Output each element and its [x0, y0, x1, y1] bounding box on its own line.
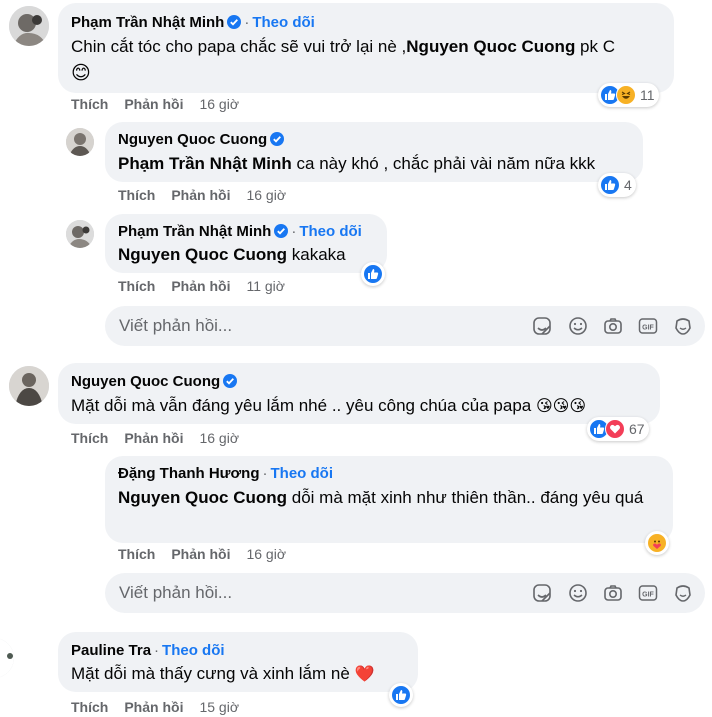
separator-dot: ·: [244, 14, 250, 31]
author-name[interactable]: Nguyen Quoc Cuong: [71, 373, 220, 390]
kiss-emoji: 😘😘😘: [535, 398, 587, 415]
author-name[interactable]: Đặng Thanh Hương: [118, 465, 260, 482]
author-name[interactable]: Nguyen Quoc Cuong: [118, 131, 267, 148]
reaction-count: 11: [640, 87, 655, 103]
avatar-sticker-icon[interactable]: [673, 316, 693, 336]
follow-link[interactable]: Theo dõi: [271, 465, 334, 482]
sticker-icon[interactable]: [532, 316, 552, 336]
avatar[interactable]: [66, 128, 94, 156]
reaction-summary[interactable]: 4: [598, 173, 636, 197]
comment-actions: Thích Phản hồi 16 giờ: [118, 187, 302, 203]
reaction-count: 4: [624, 177, 632, 193]
haha-icon: [616, 85, 636, 105]
timestamp[interactable]: 16 giờ: [246, 187, 286, 203]
camera-icon[interactable]: [603, 583, 623, 603]
reaction-count: 67: [629, 421, 645, 437]
timestamp[interactable]: 16 giờ: [199, 96, 239, 112]
author-name[interactable]: Phạm Trần Nhật Minh: [71, 14, 224, 31]
svg-text:GIF: GIF: [642, 325, 654, 332]
like-icon: [363, 264, 383, 284]
svg-text:GIF: GIF: [642, 592, 654, 599]
comment-actions: Thích Phản hồi 15 giờ: [71, 699, 255, 715]
like-button[interactable]: Thích: [118, 278, 155, 294]
avatar[interactable]: [9, 6, 49, 46]
emoji-icon[interactable]: [568, 316, 588, 336]
comment-author: Đặng Thanh Hương · Theo dõi: [118, 465, 333, 482]
separator-dot: ·: [291, 223, 297, 240]
reaction-summary[interactable]: 67: [587, 417, 649, 441]
avatar[interactable]: [9, 366, 49, 406]
reply-button[interactable]: Phản hồi: [171, 187, 230, 203]
comment-author: Phạm Trần Nhật Minh · Theo dõi: [71, 14, 315, 31]
like-button[interactable]: Thích: [118, 546, 155, 562]
comment-actions: Thích Phản hồi 16 giờ: [71, 96, 255, 112]
timestamp[interactable]: 16 giờ: [246, 546, 286, 562]
gif-icon[interactable]: GIF: [638, 316, 658, 336]
timestamp[interactable]: 11 giờ: [246, 278, 285, 294]
comment-author: Nguyen Quoc Cuong: [118, 131, 285, 148]
comment-author: Pauline Tra · Theo dõi: [71, 642, 225, 659]
comment-actions: Thích Phản hồi 11 giờ: [118, 278, 301, 294]
reply-placeholder: Viết phản hồi...: [119, 316, 233, 335]
reaction-summary[interactable]: [361, 262, 385, 286]
follow-link[interactable]: Theo dõi: [162, 642, 225, 659]
mention-link[interactable]: Nguyen Quoc Cuong: [118, 245, 287, 264]
comment-actions: Thích Phản hồi 16 giờ: [118, 546, 302, 562]
reply-button[interactable]: Phản hồi: [124, 699, 183, 715]
sticker-icon[interactable]: [532, 583, 552, 603]
camera-icon[interactable]: [603, 316, 623, 336]
like-button[interactable]: Thích: [71, 430, 108, 446]
like-button[interactable]: Thích: [118, 187, 155, 203]
like-button[interactable]: Thích: [71, 699, 108, 715]
separator-dot: ·: [154, 642, 160, 659]
author-name[interactable]: Phạm Trần Nhật Minh: [118, 223, 271, 240]
follow-link[interactable]: Theo dõi: [299, 223, 362, 240]
comment-text: Nguyen Quoc Cuong dỗi mà mặt xinh như th…: [118, 488, 644, 507]
reply-placeholder: Viết phản hồi...: [119, 583, 233, 602]
reply-button[interactable]: Phản hồi: [124, 96, 183, 112]
verified-icon: [223, 374, 238, 388]
heart-emoji: ❤️: [354, 666, 375, 683]
care-icon: [647, 533, 667, 553]
love-icon: [605, 419, 625, 439]
emoji-icon[interactable]: [568, 583, 588, 603]
reply-input[interactable]: Viết phản hồi... GIF: [105, 306, 705, 346]
like-button[interactable]: Thích: [71, 96, 108, 112]
reaction-summary[interactable]: [389, 683, 413, 707]
comment-text: Chin cắt tóc cho papa chắc sẽ vui trở lạ…: [71, 37, 616, 84]
comment-text: Phạm Trần Nhật Minh ca này khó , chắc ph…: [118, 154, 596, 173]
reaction-summary[interactable]: 11: [598, 83, 659, 107]
author-name[interactable]: Pauline Tra: [71, 642, 151, 659]
comment-text: Mặt dỗi mà thấy cưng và xinh lắm nè ❤️: [71, 664, 375, 683]
reaction-summary[interactable]: [645, 531, 669, 555]
mention-link[interactable]: Phạm Trần Nhật Minh: [118, 154, 292, 173]
avatar-sticker-icon[interactable]: [673, 583, 693, 603]
avatar[interactable]: [66, 220, 94, 248]
verified-icon: [227, 15, 242, 29]
comment-author: Phạm Trần Nhật Minh · Theo dõi: [118, 223, 362, 240]
separator-dot: ·: [262, 465, 268, 482]
mention-link[interactable]: Nguyen Quoc Cuong: [118, 488, 287, 507]
comment-text: Mặt dỗi mà vẫn đáng yêu lắm nhé .. yêu c…: [71, 396, 587, 415]
timestamp[interactable]: 15 giờ: [199, 699, 239, 715]
gif-icon[interactable]: GIF: [638, 583, 658, 603]
mention-link[interactable]: Nguyen Quoc Cuong: [406, 37, 575, 56]
reply-button[interactable]: Phản hồi: [124, 430, 183, 446]
reply-input[interactable]: Viết phản hồi... GIF: [105, 573, 705, 613]
like-icon: [391, 685, 411, 705]
comment-actions: Thích Phản hồi 16 giờ: [71, 430, 255, 446]
verified-icon: [270, 132, 285, 146]
follow-link[interactable]: Theo dõi: [252, 14, 315, 31]
verified-icon: [274, 224, 289, 238]
smile-emoji: 😊: [71, 63, 91, 84]
comment-text: Nguyen Quoc Cuong kakaka: [118, 245, 346, 264]
comment-author: Nguyen Quoc Cuong: [71, 373, 238, 390]
timestamp[interactable]: 16 giờ: [199, 430, 239, 446]
reply-button[interactable]: Phản hồi: [171, 278, 230, 294]
like-icon: [600, 175, 620, 195]
reply-button[interactable]: Phản hồi: [171, 546, 230, 562]
avatar[interactable]: [0, 638, 14, 678]
